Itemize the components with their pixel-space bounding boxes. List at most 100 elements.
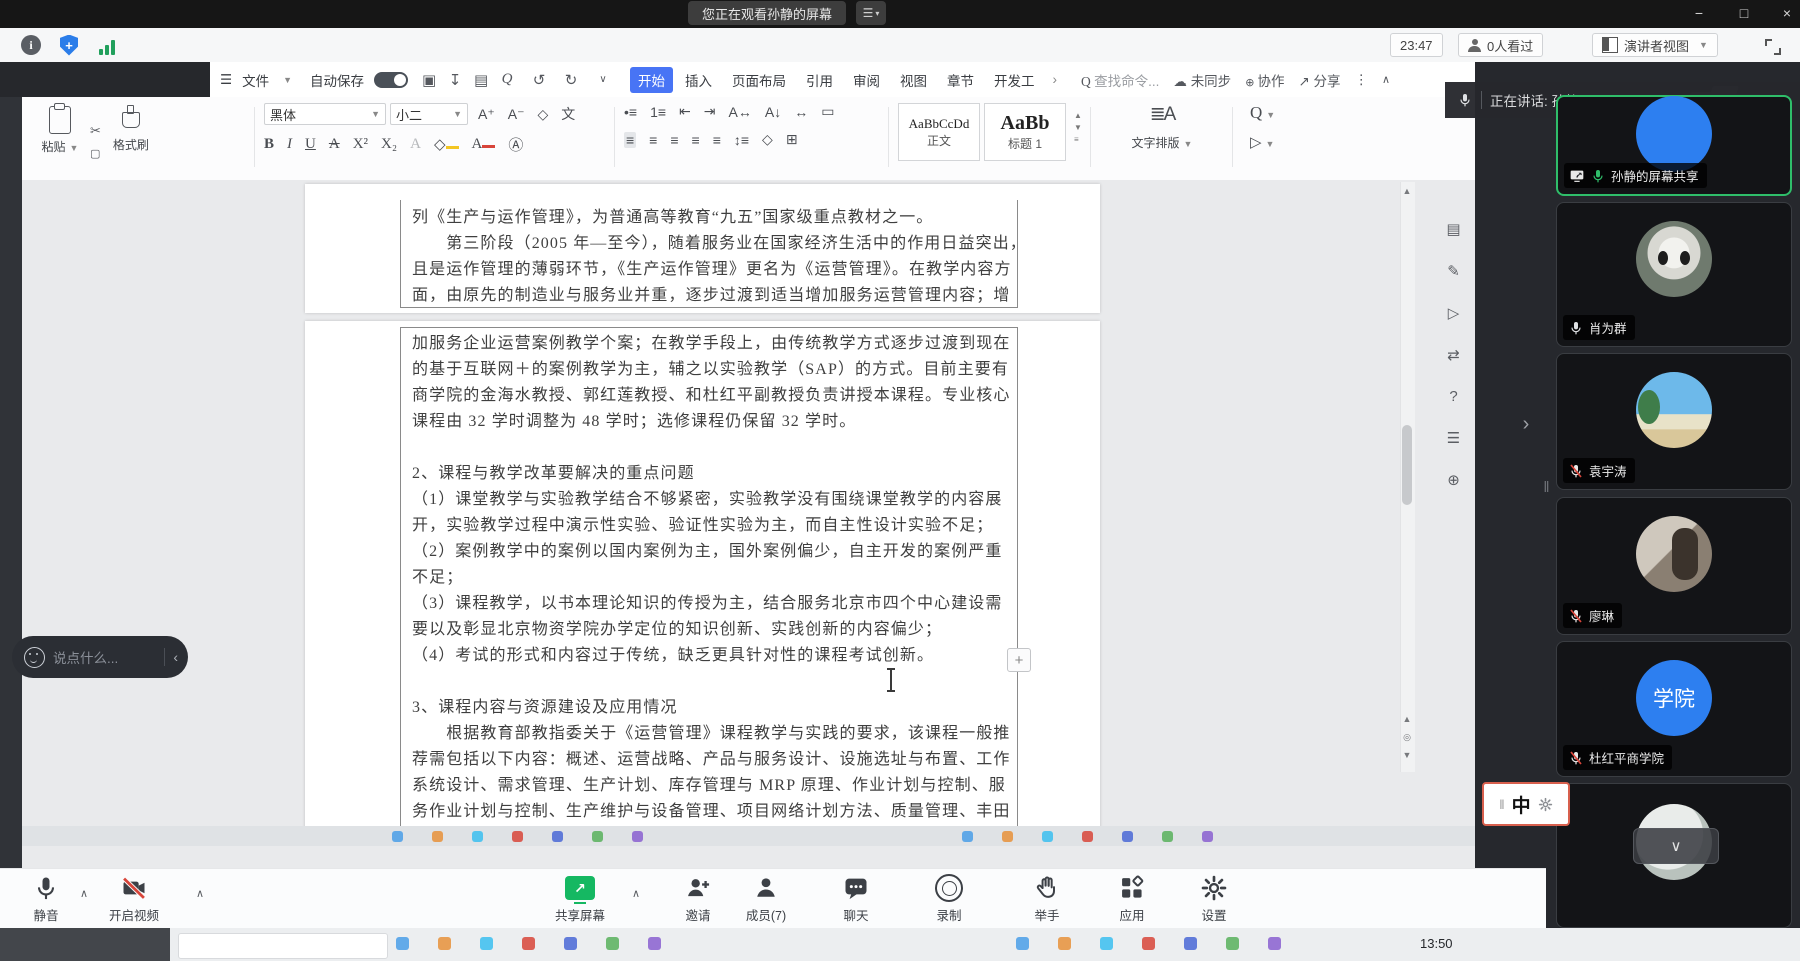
scrollbar-thumb[interactable] — [1402, 425, 1412, 505]
document-page-1[interactable]: 列《生产与运作管理》，为普通高等教育“九五”国家级重点教材之一。 第三阶段（20… — [305, 184, 1100, 313]
tab-ruler-button[interactable]: ▭ — [821, 103, 834, 120]
app-icon[interactable] — [512, 831, 523, 842]
app-icon[interactable] — [432, 831, 443, 842]
taskbar-search-box[interactable] — [178, 933, 388, 959]
char-border-button[interactable]: Ⓐ — [508, 134, 523, 155]
taskbar-start-area[interactable] — [0, 928, 170, 961]
underline-button[interactable]: U — [305, 136, 316, 153]
toolbar-gear-button[interactable]: 设置 — [1180, 874, 1248, 924]
help-icon[interactable]: ? — [1449, 388, 1457, 405]
app-icon[interactable] — [1002, 831, 1013, 842]
app-icon[interactable] — [1162, 831, 1173, 842]
justify-button[interactable]: ≡ — [692, 132, 700, 148]
participant-tile-杜红平商学院[interactable]: 学院杜红平商学院 — [1556, 641, 1792, 777]
shield-icon[interactable]: + — [58, 34, 80, 56]
info-icon[interactable]: i — [20, 34, 42, 56]
strikethrough-button[interactable]: A — [329, 136, 340, 153]
chevron-up-icon[interactable]: ∧ — [632, 887, 640, 900]
chat-quick-input[interactable]: 说点什么... ‹ — [12, 636, 188, 678]
app-icon[interactable] — [472, 831, 483, 842]
signal-icon[interactable] — [96, 36, 118, 58]
panel-drag-handle[interactable]: ‖ — [1542, 466, 1552, 508]
app-icon[interactable] — [564, 937, 577, 950]
char-style-button[interactable]: A — [410, 136, 421, 153]
autosave-toggle[interactable] — [374, 72, 408, 88]
participant-tile-廖琳[interactable]: 廖琳 — [1556, 497, 1792, 635]
grow-font-button[interactable]: A⁺ — [478, 106, 495, 123]
scroll-participants-button[interactable]: ∨ — [1633, 828, 1719, 864]
export-panel-icon[interactable]: ▤ — [1446, 220, 1460, 238]
paste-button[interactable]: 粘贴▼ — [34, 103, 86, 173]
participant-tile-袁宇涛[interactable]: 袁宇涛 — [1556, 353, 1792, 490]
char-scale-button[interactable]: A↔ — [729, 104, 752, 120]
outline-icon[interactable]: ☰ — [1447, 429, 1460, 447]
app-icon[interactable] — [396, 937, 409, 950]
superscript-button[interactable]: X² — [353, 136, 368, 153]
tab-页面布局[interactable]: 页面布局 — [724, 67, 794, 93]
app-icon[interactable] — [1122, 831, 1133, 842]
toolbar-chat-button[interactable]: 聊天 — [822, 874, 890, 924]
tab-视图[interactable]: 视图 — [892, 67, 935, 93]
app-icon[interactable] — [1184, 937, 1197, 950]
copy-button[interactable]: ▢ — [90, 147, 101, 160]
minimize-button[interactable]: − — [1682, 3, 1716, 23]
format-painter-button[interactable]: 格式刷 — [105, 103, 157, 173]
shrink-font-button[interactable]: A⁻ — [508, 106, 525, 123]
find-command[interactable]: Q 查找命令... — [1081, 70, 1159, 90]
view-mode-select[interactable]: 演讲者视图 ▼ — [1592, 33, 1718, 57]
collaborate-button[interactable]: ⊕ 协作 — [1245, 70, 1284, 90]
tab-开发工[interactable]: 开发工 — [986, 67, 1043, 93]
restore-button[interactable]: □ — [1727, 3, 1761, 23]
line-spacing-button[interactable]: ↕≡ — [734, 132, 749, 148]
app-icon[interactable] — [552, 831, 563, 842]
font-color-button[interactable]: A — [472, 136, 496, 153]
redo-button[interactable]: ↻ — [560, 71, 582, 89]
slider-icon[interactable]: ⇄ — [1447, 346, 1460, 364]
style-normal[interactable]: AaBbCcDd 正文 — [898, 103, 980, 161]
tab-插入[interactable]: 插入 — [677, 67, 720, 93]
collapse-chat-icon[interactable]: ‹ — [173, 649, 178, 665]
fullscreen-button[interactable] — [1762, 36, 1784, 58]
phonetic-guide-button[interactable]: 文 — [561, 104, 575, 124]
insert-page-button[interactable]: + — [1007, 648, 1031, 672]
app-icon[interactable] — [1226, 937, 1239, 950]
app-icon[interactable] — [648, 937, 661, 950]
location-icon[interactable]: ⊕ — [1447, 471, 1460, 489]
app-icon[interactable] — [1100, 937, 1113, 950]
cursor-icon[interactable]: ▷ — [1448, 304, 1460, 322]
font-size-select[interactable]: 小二▼ — [390, 103, 468, 125]
hamburger-icon[interactable]: ☰ — [220, 72, 232, 88]
app-icon[interactable] — [522, 937, 535, 950]
sync-status[interactable]: ☁ 未同步 — [1173, 70, 1231, 90]
scroll-up-icon[interactable]: ▲ — [1401, 186, 1413, 196]
app-icon[interactable] — [1016, 937, 1029, 950]
toolbar-apps-button[interactable]: 应用 — [1098, 874, 1166, 924]
app-icon[interactable] — [592, 831, 603, 842]
style-scroll-arrows[interactable]: ▲▼≡ — [1074, 111, 1082, 173]
file-menu[interactable]: 文件 — [242, 70, 269, 90]
layout-switch-button[interactable]: ☰▾ — [856, 1, 886, 25]
export-icon[interactable]: ↧ — [444, 71, 466, 89]
toolbar-share-screen-button[interactable]: ↗共享屏幕 — [546, 874, 614, 924]
increase-indent-button[interactable]: ⇥ — [704, 103, 716, 120]
chevron-up-icon[interactable]: ∧ — [196, 887, 204, 900]
distribute-button[interactable]: ≡ — [713, 132, 721, 148]
bold-button[interactable]: B — [264, 136, 274, 153]
chevron-up-icon[interactable]: ∧ — [80, 887, 88, 900]
app-icon[interactable] — [606, 937, 619, 950]
next-page-button[interactable]: ▼ — [1401, 750, 1413, 760]
ime-indicator[interactable]: ‖ 中 — [1482, 782, 1570, 826]
panel-collapse-icon[interactable]: › — [1516, 400, 1536, 448]
tab-审阅[interactable]: 审阅 — [845, 67, 888, 93]
app-icon[interactable] — [480, 937, 493, 950]
pen-icon[interactable]: ✎ — [1447, 262, 1460, 280]
toolbar-camera-off-button[interactable]: 开启视频 — [100, 874, 168, 924]
tabs-overflow-icon[interactable]: › — [1053, 72, 1058, 87]
borders-button[interactable]: ⊞ — [786, 131, 798, 148]
tab-章节[interactable]: 章节 — [939, 67, 982, 93]
app-icon[interactable] — [1202, 831, 1213, 842]
previous-page-button[interactable]: ▲ — [1401, 714, 1413, 724]
decrease-indent-button[interactable]: ⇤ — [679, 103, 691, 120]
share-button[interactable]: ↗ 分享 — [1298, 70, 1340, 90]
more-menu-icon[interactable]: ⋮ — [1355, 72, 1369, 88]
